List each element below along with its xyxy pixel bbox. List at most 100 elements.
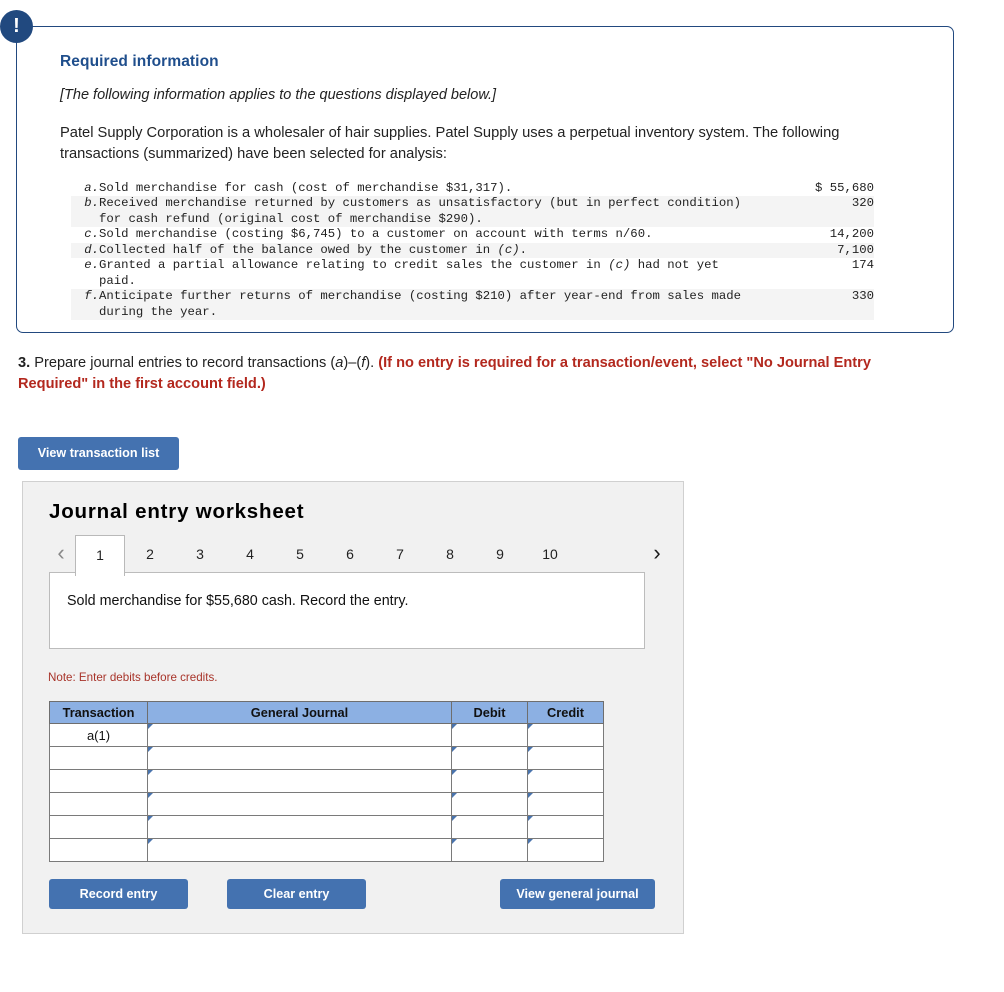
- transaction-row: a. Sold merchandise for cash (cost of mer…: [71, 181, 874, 196]
- dropdown-marker-icon: [528, 770, 533, 775]
- info-panel-frame: Required information [The following info…: [16, 26, 954, 333]
- dropdown-marker-icon: [148, 793, 153, 798]
- journal-column-header: Transaction: [49, 701, 148, 724]
- journal-account-input[interactable]: [147, 815, 452, 839]
- journal-account-input[interactable]: [147, 746, 452, 770]
- worksheet-tab-1[interactable]: 1: [75, 535, 125, 576]
- chevron-left-icon[interactable]: ‹: [49, 535, 73, 573]
- transaction-letter-cell: c.: [84, 227, 99, 242]
- journal-debit-input[interactable]: [451, 792, 528, 816]
- transaction-amount-cell: $ 55,680: [814, 180, 874, 195]
- journal-transaction-cell[interactable]: [49, 769, 148, 793]
- journal-credit-input[interactable]: [527, 769, 604, 793]
- journal-debit-input[interactable]: [451, 838, 528, 862]
- question-number: 3.: [18, 355, 31, 371]
- journal-table-row: [49, 838, 604, 862]
- journal-account-input[interactable]: [147, 792, 452, 816]
- journal-column-header: Debit: [451, 701, 528, 724]
- worksheet-tab-4[interactable]: 4: [225, 535, 275, 573]
- transaction-letter-cell: a.: [84, 180, 99, 195]
- dropdown-marker-icon: [148, 770, 153, 775]
- transaction-row: c. Sold merchandise (costing $6,745) to a…: [71, 227, 874, 242]
- required-information-heading: Required information: [60, 53, 219, 70]
- journal-transaction-cell[interactable]: [49, 815, 148, 839]
- journal-table-head: Transaction General Journal Debit Credit: [49, 701, 604, 724]
- transaction-amount-cell: 14,200: [829, 227, 874, 242]
- view-transaction-list-button[interactable]: View transaction list: [18, 437, 179, 470]
- journal-entry-table: Transaction General Journal Debit Credit a(…: [49, 701, 604, 862]
- journal-credit-input[interactable]: [527, 838, 604, 862]
- dropdown-marker-icon: [528, 793, 533, 798]
- journal-account-input[interactable]: [147, 769, 452, 793]
- transaction-letter: f: [361, 355, 366, 371]
- transaction-row: b. Received merchandise returned by custo…: [71, 196, 874, 228]
- dropdown-marker-icon: [528, 747, 533, 752]
- transaction-description-cell: Collected half of the balance owed by th…: [99, 242, 528, 257]
- worksheet-tab-strip: ‹ 1 2 3 4 5 6 7 8 9 10 ›: [49, 535, 669, 576]
- dropdown-marker-icon: [452, 724, 457, 729]
- worksheet-tab-8[interactable]: 8: [425, 535, 475, 573]
- dropdown-marker-icon: [452, 793, 457, 798]
- worksheet-tab-3[interactable]: 3: [175, 535, 225, 573]
- question-3: 3. Prepare journal entries to record tra…: [18, 353, 928, 395]
- question-body: Prepare journal entries to record transa…: [34, 355, 379, 371]
- dropdown-marker-icon: [452, 839, 457, 844]
- dropdown-marker-icon: [528, 839, 533, 844]
- journal-debit-input[interactable]: [451, 723, 528, 747]
- journal-credit-input[interactable]: [527, 815, 604, 839]
- transaction-letter: a: [335, 355, 344, 371]
- dropdown-marker-icon: [452, 816, 457, 821]
- applies-note: [The following information applies to th…: [60, 87, 933, 103]
- journal-debit-input[interactable]: [451, 746, 528, 770]
- journal-column-header: General Journal: [147, 701, 452, 724]
- view-general-journal-button[interactable]: View general journal: [500, 879, 655, 909]
- journal-entry-worksheet-panel: Journal entry worksheet ‹ 1 2 3 4 5 6 7 8 9 10 › …: [22, 481, 684, 934]
- worksheet-tab-2[interactable]: 2: [125, 535, 175, 573]
- journal-table-row: [49, 769, 604, 793]
- journal-table-header-row: Transaction General Journal Debit Credit: [49, 701, 604, 724]
- dropdown-marker-icon: [452, 770, 457, 775]
- journal-column-header: Credit: [527, 701, 604, 724]
- dropdown-marker-icon: [528, 816, 533, 821]
- dropdown-marker-icon: [148, 816, 153, 821]
- journal-credit-input[interactable]: [527, 792, 604, 816]
- worksheet-tab-7[interactable]: 7: [375, 535, 425, 573]
- worksheet-title: Journal entry worksheet: [49, 500, 305, 523]
- transaction-description-cell: Anticipate further returns of merchandis…: [99, 289, 742, 319]
- transaction-row: e. Granted a partial allowance relating t…: [71, 258, 874, 289]
- transaction-row: f. Anticipate further returns of merchand…: [71, 289, 874, 321]
- required-information-panel: Required information [The following info…: [0, 10, 954, 333]
- journal-transaction-cell[interactable]: a(1): [49, 723, 148, 747]
- clear-entry-button[interactable]: Clear entry: [227, 879, 366, 909]
- transaction-letter-cell: f.: [84, 289, 99, 304]
- journal-table-row: [49, 746, 604, 770]
- info-panel-content: Required information [The following info…: [60, 53, 933, 321]
- dropdown-marker-icon: [452, 747, 457, 752]
- journal-debit-input[interactable]: [451, 815, 528, 839]
- chevron-right-icon[interactable]: ›: [645, 535, 669, 573]
- journal-account-input[interactable]: [147, 723, 452, 747]
- record-entry-button[interactable]: Record entry: [49, 879, 188, 909]
- journal-transaction-cell[interactable]: [49, 792, 148, 816]
- dropdown-marker-icon: [148, 839, 153, 844]
- journal-debit-input[interactable]: [451, 769, 528, 793]
- journal-credit-input[interactable]: [527, 746, 604, 770]
- transaction-amount-cell: 7,100: [837, 242, 874, 257]
- worksheet-tab-9[interactable]: 9: [475, 535, 525, 573]
- journal-transaction-cell[interactable]: [49, 838, 148, 862]
- journal-account-input[interactable]: [147, 838, 452, 862]
- transaction-description-cell: Sold merchandise (costing $6,745) to a c…: [99, 227, 653, 242]
- worksheet-tab-6[interactable]: 6: [325, 535, 375, 573]
- journal-credit-input[interactable]: [527, 723, 604, 747]
- journal-transaction-cell[interactable]: [49, 746, 148, 770]
- worksheet-tab-5[interactable]: 5: [275, 535, 325, 573]
- applies-note-text: [The following information applies to th…: [60, 87, 497, 103]
- transactions-table: a. Sold merchandise for cash (cost of mer…: [71, 181, 874, 321]
- worksheet-tab-10[interactable]: 10: [525, 535, 575, 573]
- transaction-letter-cell: e.: [84, 258, 99, 273]
- worksheet-tab-list: 1 2 3 4 5 6 7 8 9 10: [75, 535, 575, 576]
- transaction-amount-cell: 174: [851, 258, 874, 273]
- exclamation-icon: !: [0, 10, 33, 43]
- transaction-row: d. Collected half of the balance owed by …: [71, 242, 874, 259]
- journal-table-row: [49, 792, 604, 816]
